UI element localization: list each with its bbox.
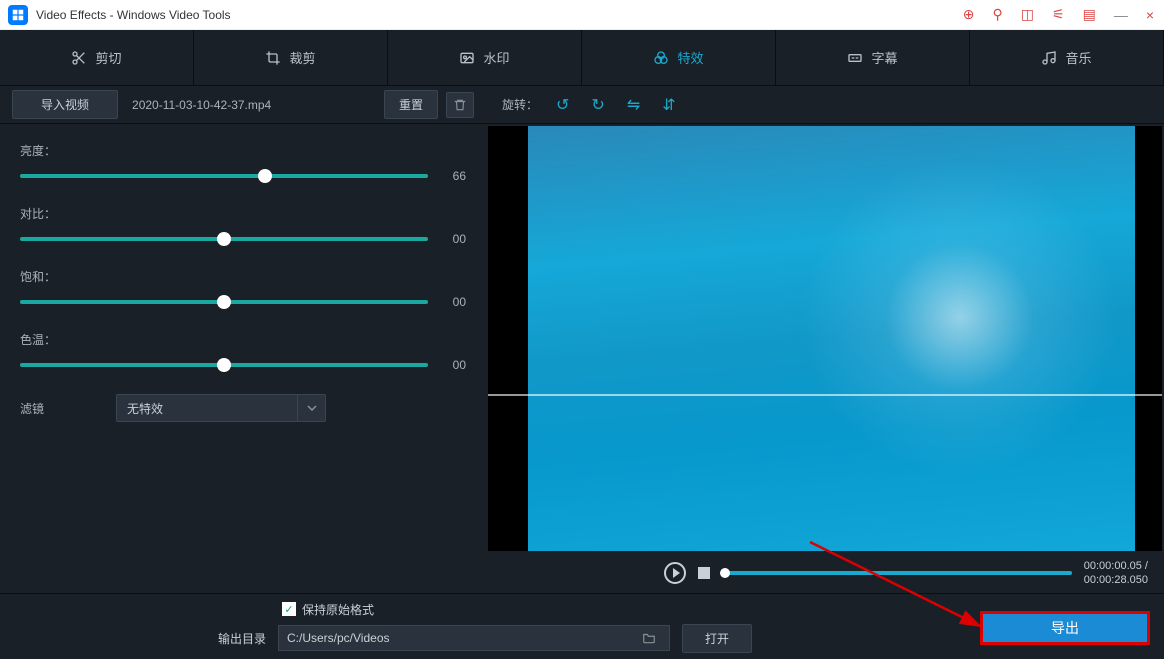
rotate-ccw-icon[interactable]: ↺ <box>552 95 573 115</box>
flip-horizontal-icon[interactable]: ⇋ <box>623 95 644 115</box>
contrast-label: 对比： <box>20 205 466 222</box>
output-dir-label: 输出目录 <box>190 630 266 647</box>
play-button[interactable] <box>664 562 686 584</box>
import-video-button[interactable]: 导入视频 <box>12 90 118 119</box>
shop-icon[interactable]: ⊕ <box>961 6 977 23</box>
delete-icon[interactable] <box>446 92 474 118</box>
minimize-button[interactable]: — <box>1112 7 1130 23</box>
temperature-slider[interactable] <box>20 363 428 367</box>
brightness-value: 66 <box>442 169 466 183</box>
menu-icon[interactable]: ▤ <box>1081 6 1098 23</box>
key-icon[interactable]: ⚲ <box>991 6 1005 23</box>
tab-subtitle[interactable]: 字幕 <box>776 30 970 85</box>
contrast-value: 00 <box>442 232 466 246</box>
close-button[interactable]: × <box>1144 7 1156 23</box>
keep-format-checkbox[interactable]: ✓ 保持原始格式 <box>282 601 374 618</box>
window-title: Video Effects - Windows Video Tools <box>36 8 961 22</box>
tab-music[interactable]: 音乐 <box>970 30 1164 85</box>
rotate-label: 旋转： <box>502 96 538 113</box>
stop-button[interactable] <box>698 567 710 579</box>
settings-icon[interactable]: ⚟ <box>1050 6 1067 23</box>
open-button[interactable]: 打开 <box>682 624 752 653</box>
tab-watermark[interactable]: 水印 <box>388 30 582 85</box>
filter-label: 滤镜 <box>20 400 96 417</box>
tab-crop[interactable]: 裁剪 <box>194 30 388 85</box>
app-icon <box>8 5 28 25</box>
filename-label: 2020-11-03-10-42-37.mp4 <box>126 98 376 112</box>
saturation-slider[interactable] <box>20 300 428 304</box>
chevron-down-icon <box>297 395 325 421</box>
flip-vertical-icon[interactable]: ⇵ <box>658 95 679 115</box>
progress-bar[interactable] <box>722 571 1072 575</box>
playback-time: 00:00:00.05 / 00:00:28.050 <box>1084 559 1148 588</box>
video-preview <box>488 126 1162 551</box>
output-path-input[interactable]: C:/Users/pc/Videos <box>278 625 670 651</box>
temperature-value: 00 <box>442 358 466 372</box>
layout-icon[interactable]: ◫ <box>1019 6 1036 23</box>
tabs: 剪切 裁剪 水印 特效 字幕 音乐 <box>0 30 1164 86</box>
tab-cut[interactable]: 剪切 <box>0 30 194 85</box>
window-titlebar: Video Effects - Windows Video Tools ⊕ ⚲ … <box>0 0 1164 30</box>
filter-dropdown[interactable]: 无特效 <box>116 394 326 422</box>
saturation-label: 饱和： <box>20 268 466 285</box>
export-button[interactable]: 导出 <box>980 611 1150 645</box>
saturation-value: 00 <box>442 295 466 309</box>
brightness-slider[interactable] <box>20 174 428 178</box>
tab-effects[interactable]: 特效 <box>582 30 776 85</box>
folder-icon[interactable] <box>637 631 661 645</box>
reset-button[interactable]: 重置 <box>384 90 438 119</box>
brightness-label: 亮度： <box>20 142 466 159</box>
rotate-cw-icon[interactable]: ↻ <box>587 95 608 115</box>
contrast-slider[interactable] <box>20 237 428 241</box>
temperature-label: 色温： <box>20 331 466 348</box>
